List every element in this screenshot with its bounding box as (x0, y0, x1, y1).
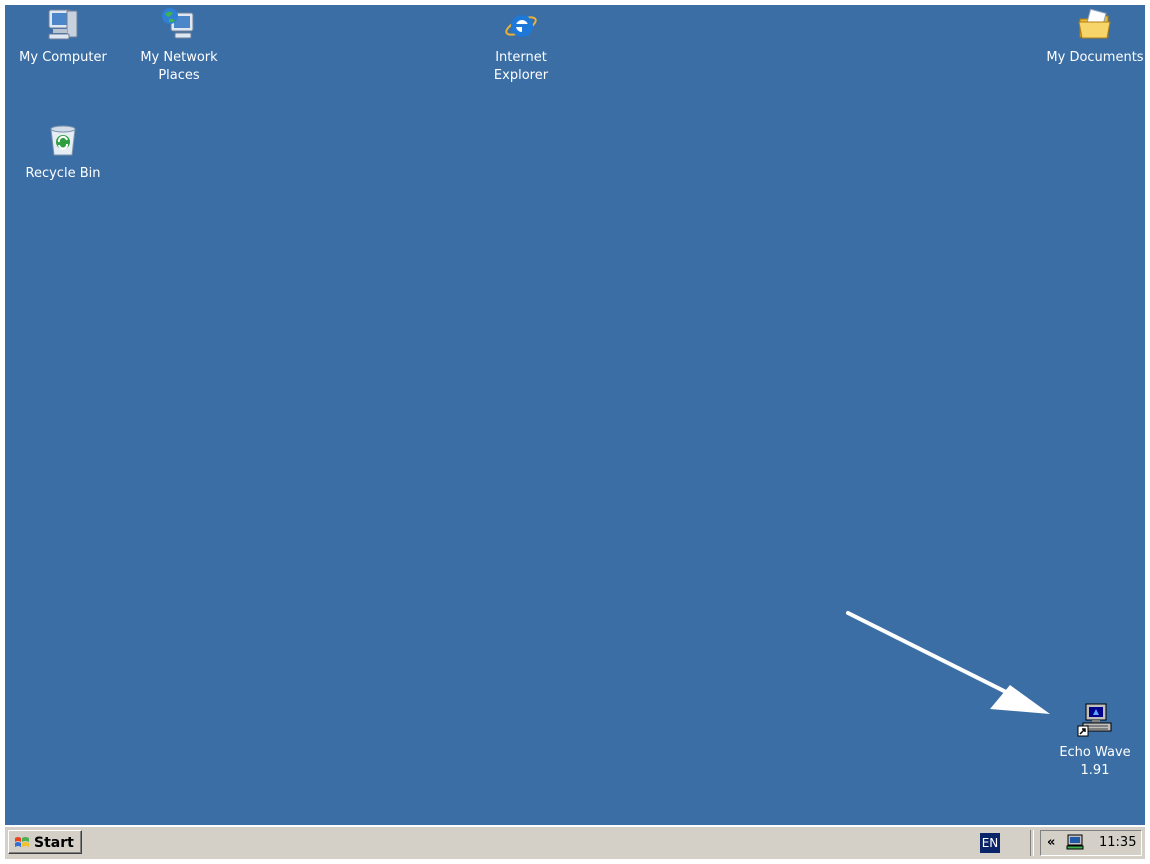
desktop-icon-my-network-places[interactable]: My Network Places (129, 7, 229, 85)
desktop-icon-label: My Computer (19, 50, 107, 65)
echo-wave-shortcut-icon (1077, 703, 1112, 737)
language-indicator[interactable]: EN (980, 833, 1000, 853)
clock[interactable]: 11:35 (1099, 833, 1136, 853)
network-places-icon (162, 8, 194, 39)
desktop-icon-my-computer[interactable]: My Computer (13, 7, 113, 67)
desktop-icon-label: Recycle Bin (25, 166, 101, 181)
desktop-icon-recycle-bin[interactable]: Recycle Bin (13, 123, 113, 183)
internet-explorer-icon (505, 15, 537, 37)
desktop-icon-my-documents[interactable]: My Documents (1045, 7, 1145, 67)
tray-expand-button[interactable]: « (1047, 833, 1055, 853)
folder-documents-icon (1078, 8, 1111, 39)
tray-divider (1030, 830, 1034, 856)
taskbar: Start EN « 11:35 (5, 825, 1145, 859)
desktop-icon-label: Echo Wave 1.91 (1059, 745, 1131, 778)
start-label: Start (34, 835, 74, 851)
desktop-icon-label: My Documents (1046, 50, 1144, 65)
desktop-icon-internet-explorer[interactable]: Internet Explorer (471, 7, 571, 85)
desktop-icon-label: Internet Explorer (493, 50, 549, 83)
windows-logo-icon (15, 837, 29, 847)
screen: My Computer My Network Places Internet E… (5, 5, 1145, 859)
desktop-icon-echo-wave[interactable]: Echo Wave 1.91 (1045, 702, 1145, 780)
my-computer-icon (48, 9, 78, 40)
desktop-icon-label: My Network Places (140, 50, 218, 83)
start-button[interactable]: Start (8, 830, 82, 854)
arrow-pointer-icon (846, 611, 1050, 714)
tray-monitor-icon[interactable] (1066, 834, 1084, 850)
desktop[interactable]: My Computer My Network Places Internet E… (5, 5, 1145, 825)
recycle-bin-icon (50, 125, 76, 156)
system-tray: « 11:35 (1040, 830, 1142, 856)
